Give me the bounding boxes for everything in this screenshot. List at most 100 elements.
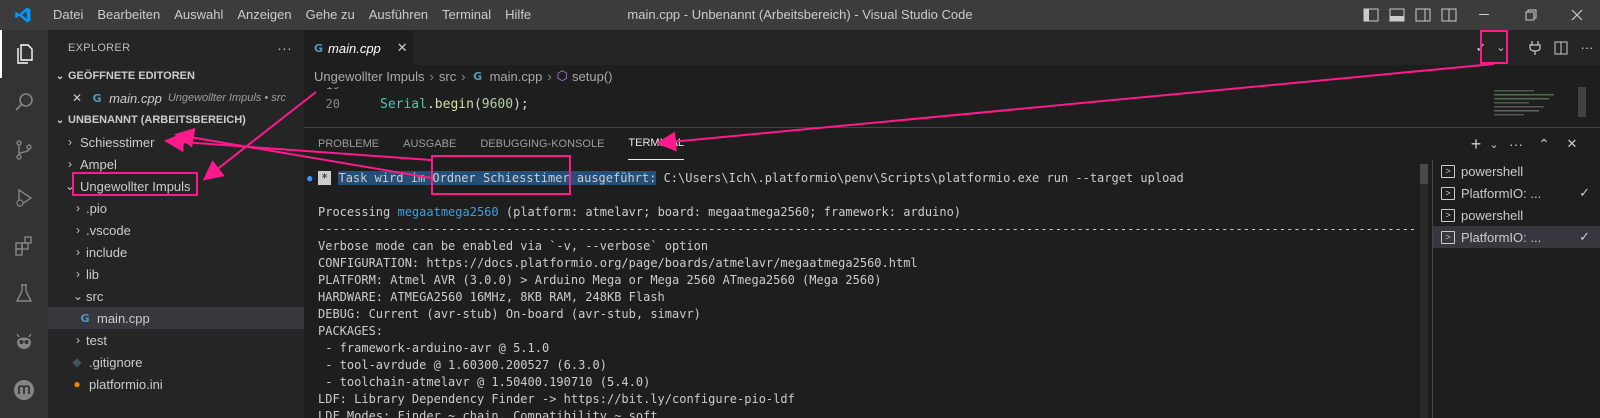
more-actions-icon[interactable]: ··· [277,40,292,56]
breadcrumb-symbol[interactable]: setup() [572,69,612,84]
folder-test[interactable]: › test [48,329,304,351]
platformio-icon[interactable] [0,318,48,366]
customize-layout-icon[interactable] [1436,0,1462,30]
new-terminal-icon[interactable]: + [1464,134,1488,155]
line-number: 20 [325,97,340,111]
folder-label: src [86,288,104,304]
cpp-file-icon: G [92,91,102,105]
terminal-line: CONFIGURATION: https://docs.platformio.o… [318,256,918,270]
close-tab-icon[interactable]: ✕ [397,40,408,56]
folder-label: .vscode [86,222,131,238]
file-label: platformio.ini [89,376,163,392]
platformio-upload-plug-icon[interactable] [1522,30,1548,65]
terminal-output[interactable]: ● * Task wird im Ordner Schiesstimer aus… [304,164,1430,418]
breadcrumb-src[interactable]: src [439,69,456,84]
toggle-secondary-sidebar-icon[interactable] [1410,0,1436,30]
code-line: Serial.begin(9600); [380,97,529,112]
chevron-down-icon[interactable]: ⌄ [1494,30,1508,65]
chevron-right-icon: › [76,267,80,281]
file-label: main.cpp [97,310,150,326]
menu-hilfe[interactable]: Hilfe [498,0,538,30]
gitignore-file-icon: ◆ [72,355,82,369]
folder-include[interactable]: › include [48,241,304,263]
file-main-cpp[interactable]: G main.cpp [48,307,304,329]
terminal-item[interactable]: > PlatformIO: ... ✓ [1433,226,1600,248]
chevron-right-icon: › [76,245,80,259]
explorer-sidebar: EXPLORER ··· ⌄ GEÖFFNETE EDITOREN ✕ G ma… [48,30,304,418]
platformio-file-icon: ● [73,377,81,391]
terminal-line: - toolchain-atmelavr @ 1.50400.190710 (5… [318,375,651,389]
tab-label: main.cpp [328,40,381,56]
menu-bar: Datei Bearbeiten Auswahl Anzeigen Gehe z… [46,0,538,30]
close-window-icon[interactable] [1554,0,1600,30]
code-view[interactable]: 19 20 Serial.begin(9600); [304,87,1600,125]
terminal-line: - tool-avrdude @ 1.60300.200527 (6.3.0) [318,358,607,372]
terminal-line: PACKAGES: [318,324,384,338]
folder-schiesstimer[interactable]: › Schiesstimer [48,131,304,153]
menu-anzeigen[interactable]: Anzeigen [230,0,298,30]
toggle-panel-icon[interactable] [1384,0,1410,30]
close-icon[interactable]: ✕ [72,91,82,105]
workspace-section[interactable]: ⌄ UNBENANNT (ARBEITSBEREICH) [48,109,304,131]
folder-pio[interactable]: › .pio [48,197,304,219]
terminal-scrollbar[interactable] [1420,164,1428,418]
line-number: 19 [314,87,340,92]
open-editors-section[interactable]: ⌄ GEÖFFNETE EDITOREN [48,65,304,87]
terminal-item[interactable]: > PlatformIO: ... ✓ [1433,182,1600,204]
chevron-right-icon: › [76,201,80,215]
folder-lib[interactable]: › lib [48,263,304,285]
menu-datei[interactable]: Datei [46,0,90,30]
check-icon[interactable]: ✓ [1468,30,1494,65]
menu-bearbeiten[interactable]: Bearbeiten [90,0,167,30]
vscode-logo-icon [0,0,46,30]
split-editor-icon[interactable] [1548,30,1574,65]
breadcrumb-file[interactable]: main.cpp [490,69,543,84]
tab-ausgabe[interactable]: AUSGABE [403,128,456,160]
open-editors-title: GEÖFFNETE EDITOREN [68,70,195,82]
editor-tabbar: G main.cpp ✕ ✓ ⌄ ··· [304,30,1600,65]
file-platformio-ini[interactable]: ● platformio.ini [48,373,304,395]
extensions-icon[interactable] [0,222,48,270]
m-extension-icon[interactable] [0,366,48,414]
chevron-down-icon: ⌄ [55,114,65,126]
menu-ausfuehren[interactable]: Ausführen [362,0,435,30]
folder-src[interactable]: ⌄ src [48,285,304,307]
menu-gehe-zu[interactable]: Gehe zu [299,0,362,30]
more-actions-icon[interactable]: ··· [1504,136,1528,152]
close-panel-icon[interactable]: ✕ [1560,136,1584,152]
terminal-item[interactable]: > powershell [1433,160,1600,182]
terminal-line: LDF Modes: Finder ~ chain, Compatibility… [318,409,658,418]
minimize-icon[interactable] [1462,0,1508,30]
breadcrumb-folder[interactable]: Ungewollter Impuls [314,69,425,84]
restore-icon[interactable] [1508,0,1554,30]
tab-terminal[interactable]: TERMINAL [628,128,685,160]
chevron-down-icon[interactable]: ⌄ [1488,138,1500,151]
more-actions-icon[interactable]: ··· [1574,30,1600,65]
run-debug-icon[interactable] [0,174,48,222]
cpp-file-icon: G [473,69,483,83]
terminal-line: LDF: Library Dependency Finder -> https:… [318,392,795,406]
menu-auswahl[interactable]: Auswahl [167,0,230,30]
open-editor-name: main.cpp [109,90,162,106]
tab-debugging-konsole[interactable]: DEBUGGING-KONSOLE [480,128,604,160]
folder-ampel[interactable]: › Ampel [48,153,304,175]
terminal-line: - framework-arduino-avr @ 5.1.0 [318,341,550,355]
source-control-icon[interactable] [0,126,48,174]
explorer-icon[interactable] [0,30,48,78]
terminal-item[interactable]: > powershell [1433,204,1600,226]
testing-icon[interactable] [0,270,48,318]
search-icon[interactable] [0,78,48,126]
tab-main-cpp[interactable]: G main.cpp ✕ [304,30,414,65]
bottom-panel: PROBLEME AUSGABE DEBUGGING-KONSOLE TERMI… [304,127,1600,418]
folder-label: Ampel [80,156,117,172]
tab-probleme[interactable]: PROBLEME [318,128,379,160]
maximize-panel-icon[interactable]: ⌃ [1532,136,1556,153]
terminal-icon: > [1441,208,1455,222]
toggle-sidebar-icon[interactable] [1358,0,1384,30]
folder-label: .pio [86,200,107,216]
folder-vscode[interactable]: › .vscode [48,219,304,241]
folder-ungewollter-impuls[interactable]: ⌄ Ungewollter Impuls [48,175,304,197]
file-gitignore[interactable]: ◆ .gitignore [48,351,304,373]
menu-terminal[interactable]: Terminal [435,0,498,30]
open-editor-item[interactable]: ✕ G main.cpp Ungewollter Impuls • src [48,87,304,109]
